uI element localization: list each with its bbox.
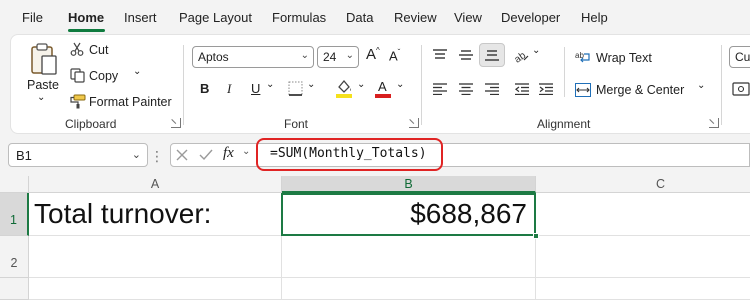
cell-a1-text: Total turnover: xyxy=(34,198,212,229)
name-box[interactable]: B1 ⌄ xyxy=(8,143,148,167)
ribbon-separator xyxy=(421,45,422,125)
ribbon-separator xyxy=(183,45,184,125)
decrease-indent-icon[interactable] xyxy=(513,81,531,97)
menu-page-layout[interactable]: Page Layout xyxy=(179,10,252,25)
alignment-group-label: Alignment xyxy=(537,117,591,131)
menu-file[interactable]: File xyxy=(22,10,43,25)
accounting-format-icon[interactable] xyxy=(731,81,750,97)
middle-align-icon[interactable] xyxy=(457,47,475,63)
fill-handle[interactable] xyxy=(533,233,539,239)
wrap-text-button[interactable]: Wrap Text xyxy=(596,51,652,65)
copy-dropdown-chevron-icon[interactable]: ⌄ xyxy=(133,66,141,77)
ribbon: Paste ⌄ Cut Copy ⌄ Format Painter Clipbo… xyxy=(10,34,750,134)
copy-icon xyxy=(69,67,85,83)
cell-a2[interactable] xyxy=(29,236,282,278)
ribbon-separator xyxy=(564,47,565,97)
font-name-select[interactable]: Aptos ⌄ xyxy=(192,46,314,68)
ribbon-separator xyxy=(721,45,722,125)
menu-bar: File Home Insert Page Layout Formulas Da… xyxy=(0,0,750,34)
cell-c1[interactable] xyxy=(536,193,750,236)
paste-button[interactable]: Paste xyxy=(27,78,59,92)
menu-insert[interactable]: Insert xyxy=(124,10,157,25)
format-painter-button[interactable]: Format Painter xyxy=(89,95,172,109)
cell-b3[interactable] xyxy=(282,278,536,300)
menu-formulas[interactable]: Formulas xyxy=(272,10,326,25)
bold-button[interactable]: B xyxy=(200,81,209,96)
underline-button[interactable]: U xyxy=(251,81,260,96)
font-color-dropdown-chevron-icon[interactable]: ⌄ xyxy=(396,79,404,90)
fill-color-dropdown-chevron-icon[interactable]: ⌄ xyxy=(357,79,365,90)
font-size-value: 24 xyxy=(323,50,337,64)
font-dialog-launcher-icon[interactable] xyxy=(409,118,419,128)
align-left-icon[interactable] xyxy=(431,81,449,97)
borders-icon[interactable] xyxy=(285,79,305,97)
underline-dropdown-chevron-icon[interactable]: ⌄ xyxy=(266,79,274,90)
menu-developer[interactable]: Developer xyxy=(501,10,560,25)
wrap-text-icon: ab xyxy=(574,49,592,65)
font-group-label: Font xyxy=(284,117,309,131)
paste-icon[interactable] xyxy=(27,41,61,79)
cell-c3[interactable] xyxy=(536,278,750,300)
chevron-down-icon: ⌄ xyxy=(131,149,141,161)
scissors-icon xyxy=(69,41,85,57)
cell-c2[interactable] xyxy=(536,236,750,278)
clipboard-group-label: Clipboard xyxy=(65,117,117,131)
merge-center-icon xyxy=(574,82,592,98)
cell-a1[interactable]: Total turnover: xyxy=(29,193,282,236)
align-right-icon[interactable] xyxy=(483,81,501,97)
cell-a3[interactable] xyxy=(29,278,282,300)
borders-dropdown-chevron-icon[interactable]: ⌄ xyxy=(307,79,315,90)
number-format-value: Cur xyxy=(735,50,750,64)
bottom-align-icon xyxy=(483,47,501,63)
merge-center-button[interactable]: Merge & Center xyxy=(596,83,684,97)
row-header-1[interactable]: 1 xyxy=(0,193,29,236)
decrease-font-size-icon[interactable]: Aˇ xyxy=(389,48,400,63)
copy-button[interactable]: Copy xyxy=(89,69,118,83)
paste-dropdown-chevron-icon[interactable]: ⌄ xyxy=(37,92,45,103)
align-center-icon[interactable] xyxy=(457,81,475,97)
top-align-icon[interactable] xyxy=(431,47,449,63)
menu-home[interactable]: Home xyxy=(68,10,104,25)
column-header-b[interactable]: B xyxy=(282,176,536,193)
font-size-select[interactable]: 24 ⌄ xyxy=(317,46,359,68)
orientation-icon[interactable]: ab xyxy=(511,45,531,65)
column-header-c[interactable]: C xyxy=(536,176,750,193)
increase-font-size-icon[interactable]: A^ xyxy=(366,46,380,63)
column-header-a[interactable]: A xyxy=(29,176,282,193)
orientation-dropdown-chevron-icon[interactable]: ⌄ xyxy=(532,45,540,56)
italic-button[interactable]: I xyxy=(227,81,231,97)
active-tab-indicator xyxy=(68,29,105,32)
number-format-select[interactable]: Cur xyxy=(729,46,750,68)
select-all-corner[interactable] xyxy=(0,176,29,193)
formula-dropdown-chevron-icon[interactable]: ⌄ xyxy=(242,146,250,157)
alignment-dialog-launcher-icon[interactable] xyxy=(709,118,719,128)
font-name-value: Aptos xyxy=(198,50,229,64)
row-header-3[interactable] xyxy=(0,278,29,300)
name-box-value: B1 xyxy=(16,148,32,163)
fill-color-icon[interactable] xyxy=(334,77,354,99)
increase-indent-icon[interactable] xyxy=(537,81,555,97)
chevron-down-icon: ⌄ xyxy=(300,50,309,61)
clipboard-dialog-launcher-icon[interactable] xyxy=(171,118,181,128)
cancel-icon[interactable] xyxy=(174,147,190,163)
merge-dropdown-chevron-icon[interactable]: ⌄ xyxy=(697,80,705,91)
enter-check-icon[interactable] xyxy=(198,147,214,163)
chevron-down-icon: ⌄ xyxy=(345,50,354,61)
svg-text:ab: ab xyxy=(513,50,529,64)
row-header-2[interactable]: 2 xyxy=(0,236,29,278)
active-cell-border xyxy=(281,193,536,236)
formula-highlight-annotation xyxy=(256,138,443,171)
format-painter-icon xyxy=(68,93,86,109)
menu-view[interactable]: View xyxy=(454,10,482,25)
svg-text:A: A xyxy=(378,79,387,94)
menu-review[interactable]: Review xyxy=(394,10,437,25)
cut-button[interactable]: Cut xyxy=(89,43,108,57)
menu-help[interactable]: Help xyxy=(581,10,608,25)
formula-bar-grip-icon[interactable]: ⋮ xyxy=(150,147,164,165)
cell-b2[interactable] xyxy=(282,236,536,278)
insert-function-button[interactable]: fx xyxy=(223,145,234,162)
menu-data[interactable]: Data xyxy=(346,10,373,25)
font-color-icon[interactable]: A xyxy=(373,77,393,99)
